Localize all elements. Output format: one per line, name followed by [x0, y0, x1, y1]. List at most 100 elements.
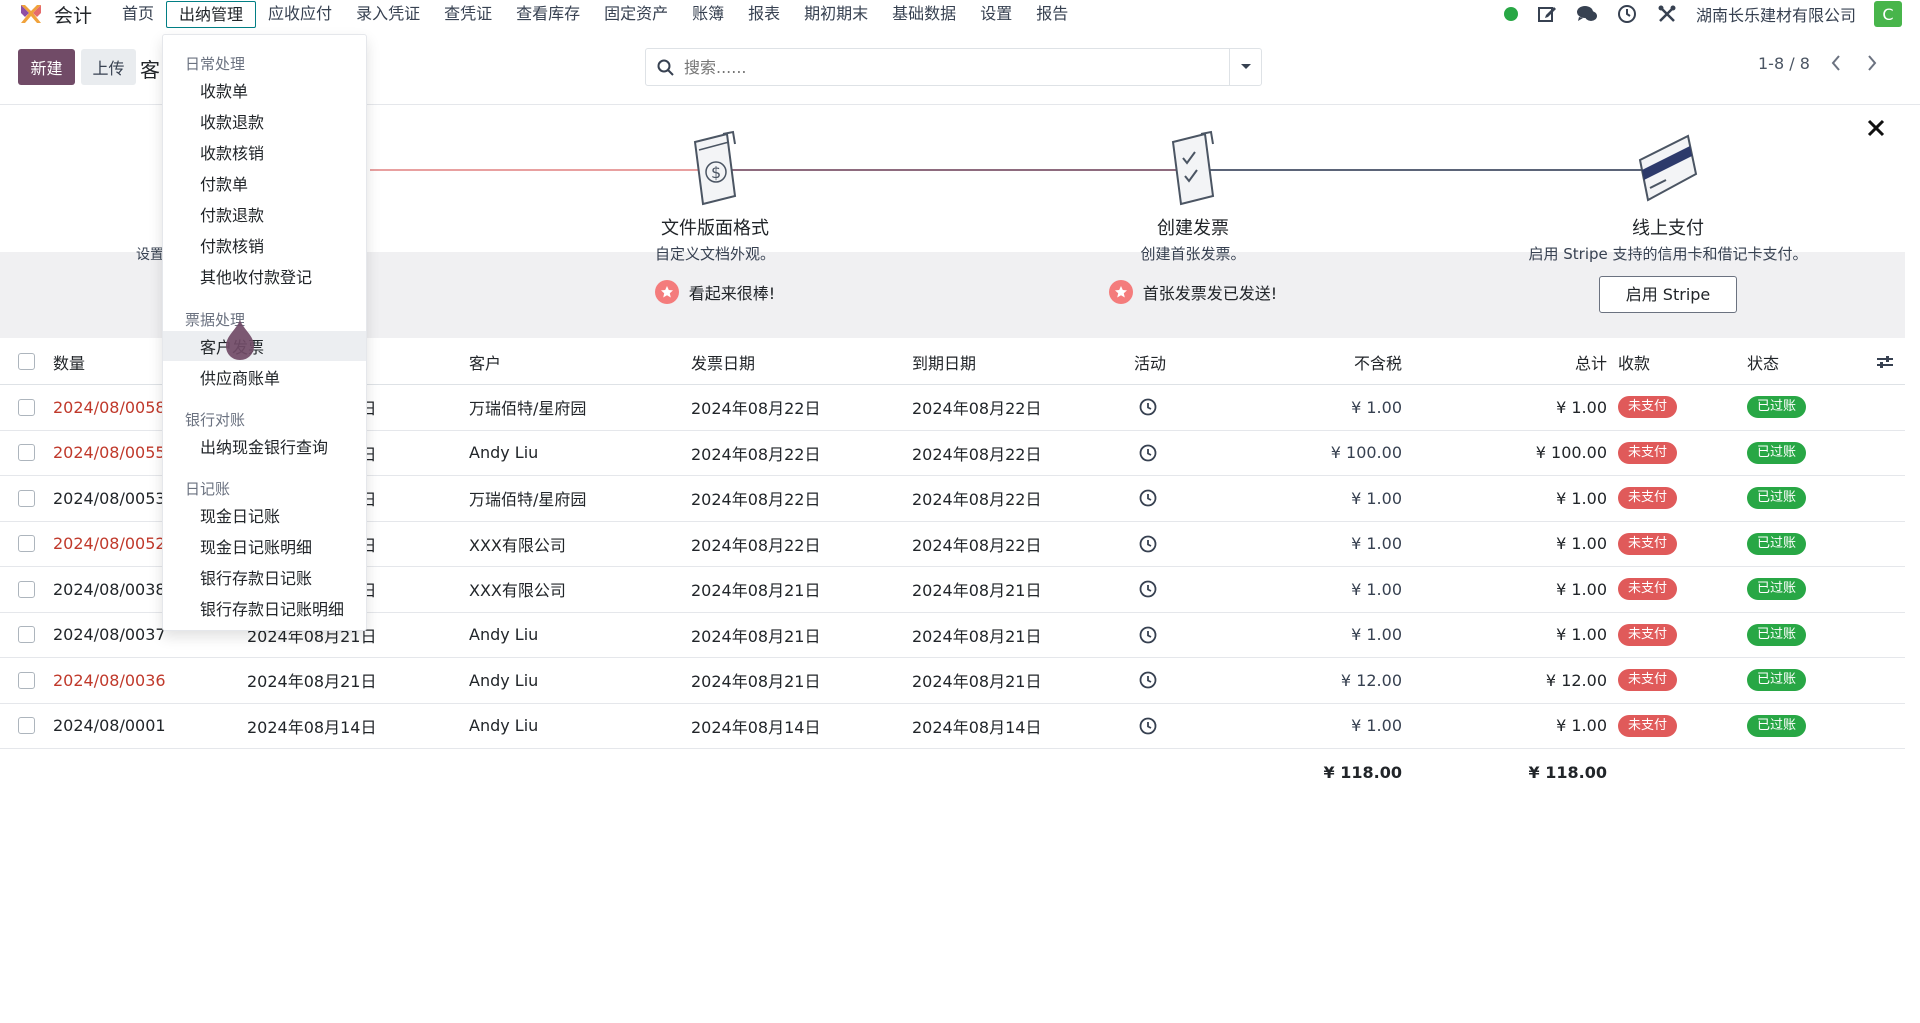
row-checkbox[interactable]: [18, 717, 35, 735]
onboarding-step-layout: $ 文件版面格式 自定义文档外观。 看起来很棒!: [525, 130, 905, 304]
dropdown-menu-item[interactable]: 收款核销: [163, 137, 366, 167]
cell-customer: 万瑞佰特/星府园: [469, 399, 587, 419]
col-header-payment[interactable]: 收款: [1618, 339, 1650, 384]
search-bar[interactable]: [645, 48, 1262, 86]
pager-previous-button[interactable]: [1826, 50, 1846, 76]
col-header-status[interactable]: 状态: [1747, 339, 1779, 384]
table-row[interactable]: 2024/08/0001 2024年08月14日 Andy Liu 2024年08月1…: [0, 704, 1905, 749]
enable-stripe-button[interactable]: 启用 Stripe: [1598, 276, 1738, 313]
tools-icon[interactable]: [1656, 3, 1678, 25]
upload-button[interactable]: 上传: [81, 49, 136, 85]
dropdown-menu-item[interactable]: 付款退款: [163, 199, 366, 229]
payment-status-badge: 未支付: [1618, 669, 1678, 692]
cell-due-date: 2024年08月22日: [912, 399, 1042, 419]
cell-date: 2024年08月21日: [247, 672, 377, 692]
col-header-invoice-date[interactable]: 发票日期: [691, 339, 755, 384]
dropdown-menu-item[interactable]: 收款退款: [163, 106, 366, 136]
user-avatar[interactable]: C: [1874, 1, 1902, 27]
row-checkbox[interactable]: [18, 535, 35, 553]
col-header-number[interactable]: 数量: [53, 339, 85, 384]
dropdown-menu-item[interactable]: 现金日记账: [163, 500, 366, 530]
dropdown-menu-item[interactable]: 现金日记账明细: [163, 531, 366, 561]
col-header-customer[interactable]: 客户: [469, 339, 501, 384]
row-checkbox[interactable]: [18, 580, 35, 598]
search-icon: [646, 49, 684, 85]
search-input[interactable]: [684, 57, 1229, 77]
cell-customer: 万瑞佰特/星府园: [469, 490, 587, 510]
cell-invoice-date: 2024年08月14日: [691, 717, 821, 737]
nav-menu-item[interactable]: 录入凭证: [344, 1, 432, 27]
nav-menu-item[interactable]: 报表: [736, 1, 792, 27]
col-header-untaxed[interactable]: 不含税: [1250, 339, 1402, 384]
main-menu: 首页 出纳管理 应收应付 录入凭证 查凭证 查看库存 固定资产 账簿 报表 期初期末 基础数据 设置报…: [110, 0, 1080, 28]
company-name[interactable]: 湖南长乐建材有限公司: [1696, 2, 1856, 26]
activity-clock-icon[interactable]: [1139, 658, 1157, 703]
nav-menu-item[interactable]: 报告: [1024, 1, 1080, 27]
activity-clock-icon[interactable]: [1139, 385, 1157, 430]
cell-invoice-date: 2024年08月22日: [691, 444, 821, 464]
nav-menu-item[interactable]: 基础数据: [880, 1, 968, 27]
cell-total: ¥ 1.00: [1556, 397, 1607, 417]
nav-menu-item[interactable]: 出纳管理: [166, 0, 257, 28]
step-description: 启用 Stripe 支持的信用卡和借记卡支付。: [1528, 245, 1808, 263]
nav-menu-item[interactable]: 期初期末: [792, 1, 880, 27]
cell-total: ¥ 12.00: [1545, 670, 1607, 690]
cashier-dropdown-menu: 日常处理收款单收款退款收款核销付款单付款退款付款核销其他收付款登记票据处理客户发…: [162, 34, 367, 631]
search-options-toggle[interactable]: [1229, 49, 1261, 85]
payment-status-badge: 未支付: [1618, 487, 1678, 510]
row-checkbox[interactable]: [18, 671, 35, 689]
clock-icon[interactable]: [1616, 3, 1638, 25]
activity-clock-icon[interactable]: [1139, 567, 1157, 612]
nav-menu-item[interactable]: 设置: [968, 1, 1024, 27]
nav-menu-item[interactable]: 首页: [110, 1, 166, 27]
cell-due-date: 2024年08月21日: [912, 626, 1042, 646]
app-name[interactable]: 会计: [54, 1, 92, 28]
dropdown-menu-item[interactable]: 其他收付款登记: [163, 261, 366, 291]
edit-note-icon[interactable]: [1536, 3, 1558, 25]
nav-menu-item[interactable]: 账簿: [680, 1, 736, 27]
dropdown-menu-item[interactable]: 供应商账单: [163, 362, 366, 392]
payment-status-badge: 未支付: [1618, 578, 1678, 601]
cell-number: 2024/08/0037: [53, 625, 166, 645]
dropdown-menu-item[interactable]: 出纳现金银行查询: [163, 431, 366, 461]
select-all-checkbox[interactable]: [18, 353, 35, 370]
close-icon[interactable]: [1865, 117, 1887, 139]
dropdown-menu-item[interactable]: 银行存款日记账明细: [163, 593, 366, 623]
nav-menu-item[interactable]: 查看库存: [504, 1, 592, 27]
row-checkbox[interactable]: [18, 489, 35, 507]
dropdown-menu-item[interactable]: 银行存款日记账: [163, 562, 366, 592]
activity-clock-icon[interactable]: [1139, 522, 1157, 567]
pager-value[interactable]: 1-8 / 8: [1758, 54, 1810, 73]
cell-invoice-date: 2024年08月22日: [691, 399, 821, 419]
activity-clock-icon[interactable]: [1139, 704, 1157, 749]
dropdown-menu-item[interactable]: 付款核销: [163, 230, 366, 260]
dropdown-menu-item[interactable]: 付款单: [163, 168, 366, 198]
column-settings-icon[interactable]: [1876, 339, 1894, 384]
chevron-left-icon: [1831, 55, 1840, 71]
activity-clock-icon[interactable]: [1139, 431, 1157, 476]
dropdown-menu-item[interactable]: 客户发票: [163, 331, 366, 361]
payment-status-badge: 未支付: [1618, 532, 1678, 555]
cell-due-date: 2024年08月21日: [912, 672, 1042, 692]
cell-total: ¥ 100.00: [1535, 443, 1607, 463]
cell-customer: XXX有限公司: [469, 535, 566, 555]
activity-clock-icon[interactable]: [1139, 476, 1157, 521]
nav-menu-item[interactable]: 应收应付: [256, 1, 344, 27]
cell-untaxed: ¥ 1.00: [1351, 625, 1402, 645]
dropdown-menu-item[interactable]: 收款单: [163, 75, 366, 105]
col-header-due-date[interactable]: 到期日期: [912, 339, 976, 384]
row-checkbox[interactable]: [18, 626, 35, 644]
nav-menu-item[interactable]: 固定资产: [592, 1, 680, 27]
chat-icon[interactable]: [1576, 3, 1598, 25]
cell-invoice-date: 2024年08月22日: [691, 490, 821, 510]
row-checkbox[interactable]: [18, 398, 35, 416]
nav-menu-item[interactable]: 查凭证: [432, 1, 504, 27]
col-header-total[interactable]: 总计: [1455, 339, 1607, 384]
activity-clock-icon[interactable]: [1139, 613, 1157, 658]
table-row[interactable]: 2024/08/0036 2024年08月21日 Andy Liu 2024年08月2…: [0, 658, 1905, 704]
row-checkbox[interactable]: [18, 444, 35, 462]
pager-next-button[interactable]: [1862, 50, 1882, 76]
new-button[interactable]: 新建: [18, 49, 75, 85]
col-header-activity[interactable]: 活动: [1134, 339, 1166, 384]
app-logo-icon[interactable]: [18, 1, 44, 27]
